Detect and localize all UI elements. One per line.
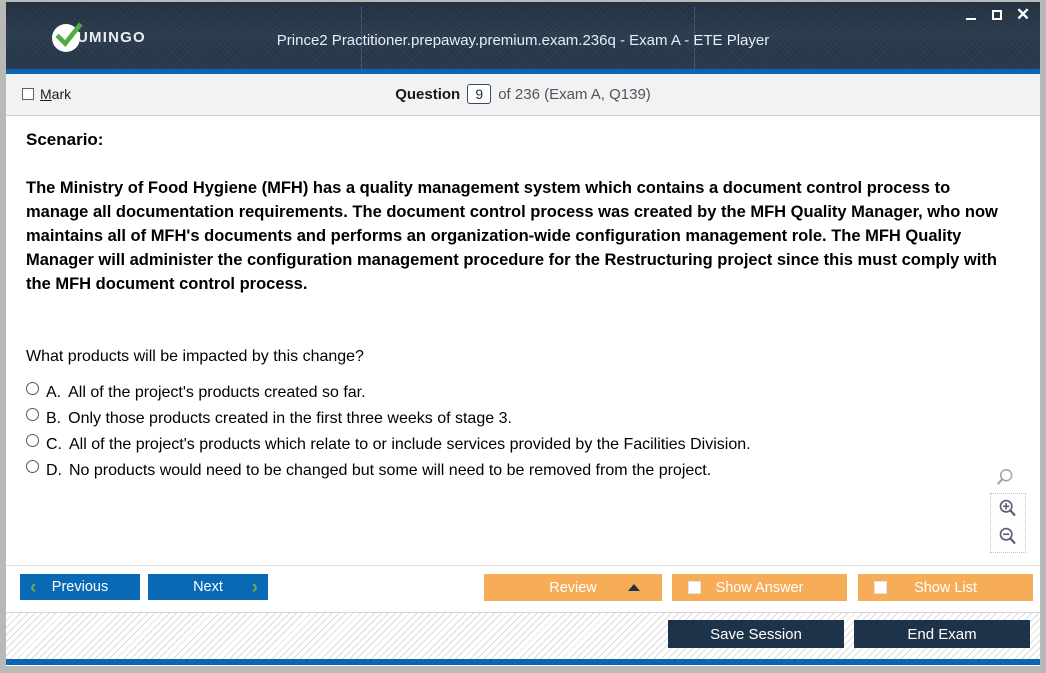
question-content-area: Scenario: The Ministry of Food Hygiene (… xyxy=(6,116,1040,565)
window-controls: ✕ xyxy=(962,6,1032,24)
zoom-out-icon[interactable] xyxy=(997,526,1019,548)
review-button[interactable]: Review xyxy=(484,574,662,601)
chevron-right-icon: › xyxy=(251,576,258,598)
window-title: Prince2 Practitioner.prepaway.premium.ex… xyxy=(276,32,770,49)
scenario-text: The Ministry of Food Hygiene (MFH) has a… xyxy=(26,179,998,293)
option-text-d: No products would need to be changed but… xyxy=(69,462,712,479)
minimize-icon[interactable] xyxy=(962,6,980,24)
answer-option-a[interactable]: A. All of the project's products created… xyxy=(26,382,1020,402)
action-bar: ‹ Previous Next › Review Show Answer Sho… xyxy=(6,565,1040,612)
answer-option-d[interactable]: D. No products would need to be changed … xyxy=(26,460,1020,480)
chevron-left-icon: ‹ xyxy=(30,576,37,598)
zoom-reset-wrap[interactable] xyxy=(990,467,1026,489)
status-bar: Save Session End Exam xyxy=(6,612,1040,665)
zoom-in-out-group xyxy=(990,493,1026,553)
question-total-label: of 236 (Exam A, Q139) xyxy=(498,85,651,103)
previous-button-label: Previous xyxy=(51,579,109,595)
question-word: Question xyxy=(395,85,461,103)
show-list-label: Show List xyxy=(914,579,977,596)
next-button[interactable]: Next › xyxy=(148,574,268,600)
show-answer-label: Show Answer xyxy=(715,579,804,596)
question-counter: Question 9 of 236 (Exam A, Q139) xyxy=(6,84,1040,104)
answer-option-c[interactable]: C. All of the project's products which r… xyxy=(26,434,1020,454)
radio-button-a[interactable] xyxy=(26,382,39,395)
radio-button-d[interactable] xyxy=(26,460,39,473)
show-list-button[interactable]: Show List xyxy=(858,574,1033,601)
maximize-icon[interactable] xyxy=(988,6,1006,24)
show-answer-checkbox[interactable] xyxy=(688,581,701,594)
question-header-bar: Mark Question 9 of 236 (Exam A, Q139) xyxy=(6,74,1040,116)
title-bar: UMINGO Prince2 Practitioner.prepaway.pre… xyxy=(6,2,1040,74)
question-number-input[interactable]: 9 xyxy=(467,84,492,104)
question-text: What products will be impacted by this c… xyxy=(26,348,364,365)
zoom-in-icon[interactable] xyxy=(997,498,1019,520)
save-session-button[interactable]: Save Session xyxy=(668,620,844,648)
close-icon[interactable]: ✕ xyxy=(1014,6,1032,24)
previous-button[interactable]: ‹ Previous xyxy=(20,574,140,600)
answer-options-list: A. All of the project's products created… xyxy=(26,382,1020,480)
zoom-tools xyxy=(990,467,1026,553)
option-letter-c: C. xyxy=(46,436,62,453)
show-list-checkbox[interactable] xyxy=(874,581,887,594)
answer-option-b[interactable]: B. Only those products created in the fi… xyxy=(26,408,1020,428)
option-text-b: Only those products created in the first… xyxy=(68,410,512,427)
option-text-a: All of the project's products created so… xyxy=(68,384,366,401)
app-root: UMINGO Prince2 Practitioner.prepaway.pre… xyxy=(0,0,1046,673)
show-answer-button[interactable]: Show Answer xyxy=(672,574,847,601)
option-letter-b: B. xyxy=(46,410,62,427)
review-button-label: Review xyxy=(549,579,597,596)
option-letter-d: D. xyxy=(46,462,62,479)
option-text-c: All of the project's products which rela… xyxy=(69,436,751,453)
scenario-heading: Scenario: xyxy=(26,130,104,149)
exam-player-window: UMINGO Prince2 Practitioner.prepaway.pre… xyxy=(6,2,1040,666)
radio-button-b[interactable] xyxy=(26,408,39,421)
chevron-up-icon xyxy=(628,584,640,591)
option-letter-a: A. xyxy=(46,384,62,401)
radio-button-c[interactable] xyxy=(26,434,39,447)
next-button-label: Next xyxy=(193,579,223,595)
end-exam-button[interactable]: End Exam xyxy=(854,620,1030,648)
magnifier-icon xyxy=(997,469,1013,485)
